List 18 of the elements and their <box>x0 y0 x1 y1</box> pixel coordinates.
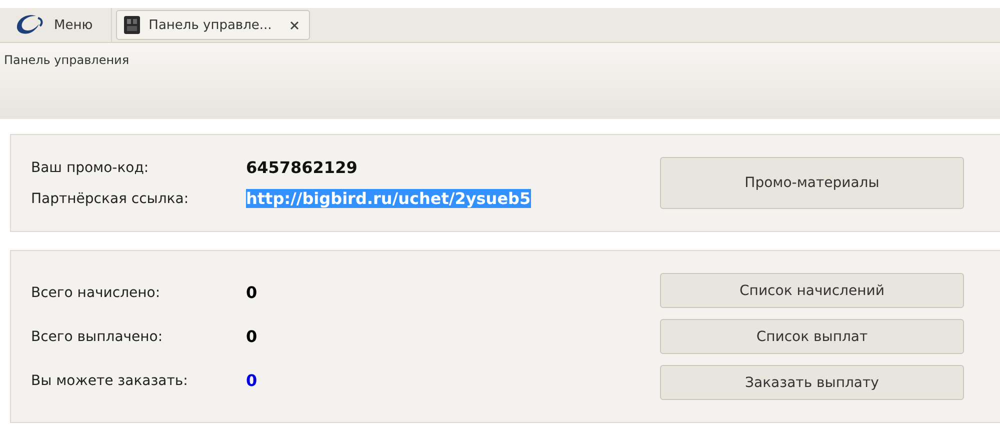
stat-label: Всего выплачено: <box>31 328 164 344</box>
action-button[interactable]: Заказать выплату <box>660 365 964 400</box>
tab[interactable]: Панель управле... <box>116 10 310 40</box>
field-label: Партнёрская ссылка: <box>31 190 190 206</box>
promo-materials-button[interactable]: Промо-материалы <box>660 157 964 209</box>
stat-label: Всего начислено: <box>31 284 162 300</box>
action-button[interactable]: Список выплат <box>660 319 964 354</box>
menu-button[interactable]: Меню <box>0 8 112 42</box>
promo-code: 6457862129 <box>246 158 358 177</box>
stat-value: 0 <box>246 371 258 390</box>
stat-value: 0 <box>246 327 258 346</box>
close-icon[interactable] <box>290 20 299 30</box>
stat-value: 0 <box>246 283 258 302</box>
dark-panel-icon <box>122 15 141 35</box>
field-label: Ваш промо-код: <box>31 160 150 176</box>
page-title: Панель управления <box>4 53 130 67</box>
stat-label: Вы можете заказать: <box>31 372 189 388</box>
action-button[interactable]: Список начислений <box>660 273 964 308</box>
